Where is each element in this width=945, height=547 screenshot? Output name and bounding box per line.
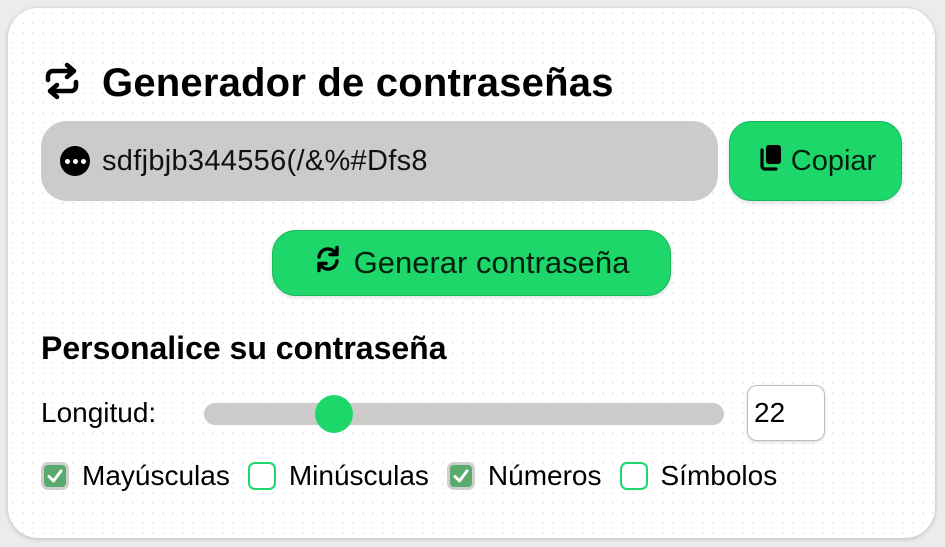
page-title: Generador de contraseñas — [102, 60, 614, 105]
refresh-icon — [314, 245, 354, 281]
length-input[interactable]: 22 — [747, 385, 825, 441]
more-dots-icon — [60, 146, 90, 176]
checkbox-unchecked[interactable] — [619, 462, 648, 490]
header: Generador de contraseñas — [42, 53, 614, 113]
option-numeros[interactable]: Números — [446, 460, 602, 492]
option-simbolos[interactable]: Símbolos — [619, 460, 778, 492]
checkbox-checked[interactable] — [41, 462, 69, 490]
repeat-arrows-icon — [42, 61, 82, 106]
options-row: Mayúsculas Minúsculas Números Símbolos — [41, 459, 795, 493]
customize-title: Personalice su contraseña — [41, 330, 447, 366]
check-icon — [453, 469, 469, 483]
option-mayusculas[interactable]: Mayúsculas — [41, 460, 230, 492]
password-generator-card: Generador de contraseñas sdfjbjb344556(/… — [8, 8, 935, 538]
length-label: Longitud: — [41, 397, 157, 428]
option-label: Números — [487, 460, 602, 491]
checkbox-checked[interactable] — [446, 462, 475, 490]
option-label: Símbolos — [660, 460, 778, 491]
copy-icon — [755, 142, 791, 180]
password-field[interactable]: sdfjbjb344556(/&%#Dfs8 — [41, 121, 718, 201]
length-row: Longitud: 22 — [41, 385, 901, 441]
generate-button[interactable]: Generar contraseña — [272, 230, 671, 296]
slider-thumb[interactable] — [315, 395, 353, 433]
length-slider[interactable] — [204, 395, 724, 433]
copy-label: Copiar — [790, 144, 877, 177]
checkbox-unchecked[interactable] — [247, 462, 276, 490]
option-label: Mayúsculas — [82, 460, 230, 491]
option-label: Minúsculas — [288, 460, 429, 491]
generate-label: Generar contraseña — [353, 245, 630, 280]
check-icon — [47, 469, 63, 483]
copy-button[interactable]: Copiar — [729, 121, 902, 201]
option-minusculas[interactable]: Minúsculas — [247, 460, 429, 492]
password-value: sdfjbjb344556(/&%#Dfs8 — [102, 144, 428, 177]
